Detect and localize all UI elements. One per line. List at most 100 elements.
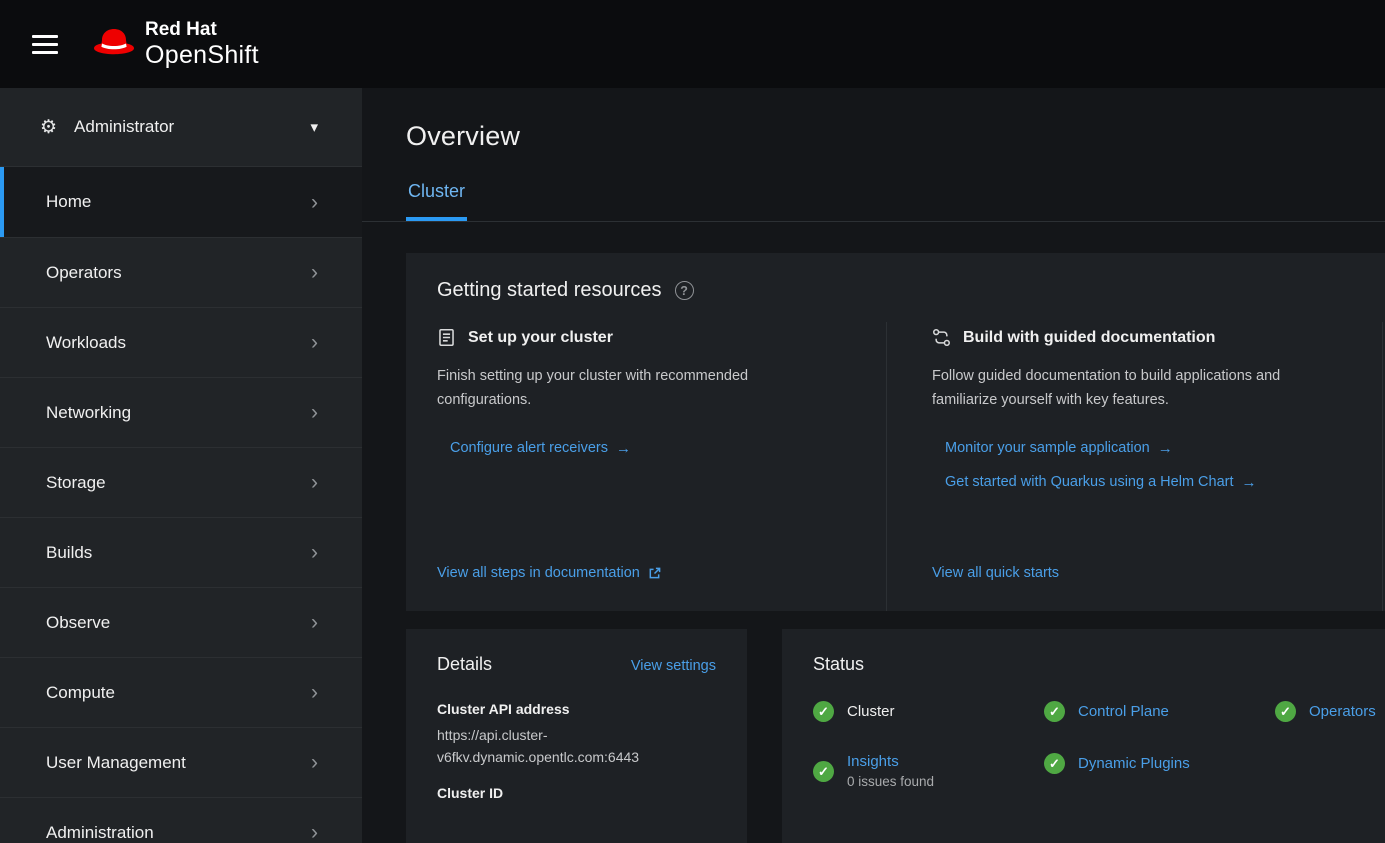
sidebar-item-user-management[interactable]: User Management › [0,727,362,797]
chevron-right-icon: › [311,192,318,213]
nav-list: Home › Operators › Workloads › Networkin… [0,167,362,843]
check-circle-icon: ✓ [1275,701,1296,722]
check-circle-icon: ✓ [1044,701,1065,722]
menu-button[interactable] [24,27,66,62]
operators-link[interactable]: Operators [1309,703,1376,720]
link-text: View all steps in documentation [437,565,640,581]
check-glyph: ✓ [818,765,829,778]
sidebar-item-label: Operators [46,263,122,283]
page-title: Overview [362,88,1385,152]
dynamic-plugins-link[interactable]: Dynamic Plugins [1078,755,1190,772]
status-item-insights: ✓ Insights 0 issues found [813,753,1044,789]
control-plane-link[interactable]: Control Plane [1078,703,1169,720]
guided-docs-title: Build with guided documentation [963,329,1215,347]
sidebar-item-label: User Management [46,753,186,773]
sidebar-item-label: Home [46,192,91,212]
check-circle-icon: ✓ [1044,753,1065,774]
status-card: Status View alerts ✓ Cluster ✓ [782,629,1385,843]
main-content: Overview Cluster Getting started resourc… [362,88,1385,843]
status-item-cluster: ✓ Cluster [813,701,1044,722]
sidebar-item-operators[interactable]: Operators › [0,237,362,307]
sidebar-item-networking[interactable]: Networking › [0,377,362,447]
tab-cluster[interactable]: Cluster [406,181,467,221]
sidebar-item-label: Storage [46,473,106,493]
masthead: Red Hat OpenShift [0,0,1385,88]
guided-docs-links: Monitor your sample application → Get st… [932,440,1337,490]
check-glyph: ✓ [1049,757,1060,770]
view-all-quick-starts-link[interactable]: View all quick starts [932,565,1337,581]
setup-cluster-links: Configure alert receivers → [437,440,841,456]
chevron-right-icon: › [311,262,318,283]
chevron-right-icon: › [311,472,318,493]
dashboard-content: Getting started resources ? Set up your … [362,222,1385,843]
sidebar-item-builds[interactable]: Builds › [0,517,362,587]
view-settings-link[interactable]: View settings [631,658,716,674]
chevron-right-icon: › [311,542,318,563]
menu-icon [32,35,58,54]
external-link-icon [648,567,661,580]
arrow-right-icon: → [1158,441,1173,456]
chevron-right-icon: › [311,682,318,703]
setup-cluster-heading: Set up your cluster [437,328,841,347]
arrow-right-icon: → [616,441,631,456]
getting-started-columns: Set up your cluster Finish setting up yo… [406,322,1385,611]
arrow-right-icon: → [1242,475,1257,490]
sidebar-item-label: Observe [46,613,110,633]
view-all-steps-link[interactable]: View all steps in documentation [437,565,841,581]
guided-docs-description: Follow guided documentation to build app… [932,364,1337,412]
gear-icon: ⚙ [40,118,57,137]
cluster-id-field: Cluster ID [437,785,716,801]
brand-bottom-text: OpenShift [145,41,259,69]
getting-started-header: Getting started resources ? [406,253,1385,302]
getting-started-title: Getting started resources [437,279,662,302]
brand-text: Red Hat OpenShift [145,19,259,68]
sidebar-item-compute[interactable]: Compute › [0,657,362,727]
chevron-right-icon: › [311,752,318,773]
sidebar-item-workloads[interactable]: Workloads › [0,307,362,377]
sidebar-item-observe[interactable]: Observe › [0,587,362,657]
sidebar-item-label: Networking [46,403,131,423]
sidebar-item-administration[interactable]: Administration › [0,797,362,843]
chevron-right-icon: › [311,612,318,633]
cluster-api-address-label: Cluster API address [437,701,716,717]
guided-docs-heading: Build with guided documentation [932,328,1337,347]
perspective-switcher[interactable]: ⚙ Administrator ▾ [0,88,362,167]
cluster-status-label: Cluster [847,703,895,720]
sidebar-item-storage[interactable]: Storage › [0,447,362,517]
insights-issues-text: 0 issues found [847,774,934,789]
sidebar-item-label: Workloads [46,333,126,353]
details-card: Details View settings Cluster API addres… [406,629,747,843]
brand-top-text: Red Hat [145,19,259,40]
sidebar-item-label: Builds [46,543,92,563]
status-item-dynamic-plugins: ✓ Dynamic Plugins [1044,753,1275,774]
check-circle-icon: ✓ [813,701,834,722]
help-icon[interactable]: ? [675,281,694,300]
setup-cluster-section: Set up your cluster Finish setting up yo… [406,322,886,611]
check-glyph: ✓ [1049,705,1060,718]
check-glyph: ✓ [818,705,829,718]
details-title: Details [437,654,492,675]
guided-docs-section: Build with guided documentation Follow g… [886,322,1382,611]
chevron-right-icon: › [311,822,318,843]
route-icon [932,328,951,347]
bottom-card-row: Details View settings Cluster API addres… [406,629,1385,843]
details-card-header: Details View settings [437,654,716,675]
sidebar-item-home[interactable]: Home › [0,167,362,237]
sidebar: ⚙ Administrator ▾ Home › Operators › Wor… [0,88,362,843]
status-item-operators: ✓ Operators [1275,701,1385,722]
cluster-api-address-field: Cluster API address https://api.cluster-… [437,701,716,768]
check-circle-icon: ✓ [813,761,834,782]
cluster-api-address-value: https://api.cluster-v6fkv.dynamic.opentl… [437,724,716,768]
configure-alert-receivers-link[interactable]: Configure alert receivers → [450,440,841,456]
chevron-right-icon: › [311,402,318,423]
monitor-sample-app-link[interactable]: Monitor your sample application → [945,440,1337,456]
tabs-bar: Cluster [362,181,1385,222]
clipboard-check-icon [437,328,456,347]
cluster-id-label: Cluster ID [437,785,716,801]
insights-link[interactable]: Insights [847,753,934,770]
caret-down-icon: ▾ [310,120,318,135]
quarkus-helm-chart-link[interactable]: Get started with Quarkus using a Helm Ch… [945,474,1337,490]
status-card-header: Status [813,654,1385,675]
brand-logo[interactable]: Red Hat OpenShift [92,19,259,68]
sidebar-item-label: Administration [46,823,154,843]
